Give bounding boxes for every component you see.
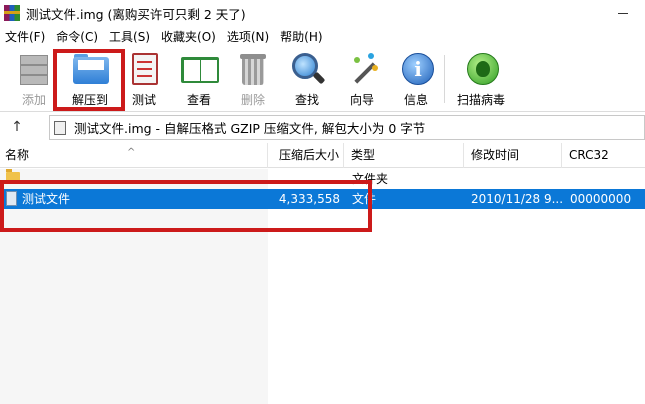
trash-icon (233, 51, 273, 87)
row-modified (471, 169, 563, 189)
sort-ascending-icon: ^ (127, 147, 136, 158)
up-folder-button[interactable]: ↑ (8, 118, 26, 136)
extract-to-label: 解压到 (71, 93, 108, 107)
table-row-selected[interactable]: 测试文件 4,333,558 文件 2010/11/28 9... 000000… (0, 189, 645, 209)
toolbar-separator (444, 55, 445, 103)
minimize-button[interactable] (601, 0, 645, 26)
row-crc32: 00000000 (570, 192, 632, 206)
address-bar: ↑ 测试文件.img - 自解压格式 GZIP 压缩文件, 解包大小为 0 字节 (0, 112, 645, 142)
archive-path-text: 测试文件.img - 自解压格式 GZIP 压缩文件, 解包大小为 0 字节 (74, 121, 426, 136)
table-row[interactable]: .. 文件夹 (0, 169, 645, 189)
row-packed-size (274, 169, 340, 189)
find-label: 查找 (294, 93, 319, 107)
magnifier-icon (287, 51, 327, 87)
file-list: 名称 ^ 压缩后大小 类型 修改时间 CRC32 .. 文件夹 测试文件 4,3… (0, 143, 645, 404)
column-modified[interactable]: 修改时间 (466, 143, 562, 168)
archive-path-field[interactable]: 测试文件.img - 自解压格式 GZIP 压缩文件, 解包大小为 0 字节 (49, 115, 645, 140)
window-title: 测试文件.img (离购买许可只剩 2 天了) (26, 6, 246, 22)
folder-icon (6, 169, 20, 183)
view-label: 查看 (186, 93, 211, 107)
find-button[interactable]: 查找 (287, 51, 327, 109)
column-type-label: 类型 (351, 148, 376, 162)
row-packed-size: 4,333,558 (278, 192, 340, 206)
delete-label: 删除 (240, 93, 265, 107)
row-crc32 (570, 169, 642, 189)
row-name: 测试文件 (22, 192, 71, 206)
row-modified: 2010/11/28 9... (471, 192, 563, 206)
info-label: 信息 (403, 93, 428, 107)
menu-commands[interactable]: 命令(C) (51, 27, 104, 47)
column-packed-size[interactable]: 压缩后大小 (274, 143, 344, 168)
winrar-app-icon (4, 5, 20, 21)
title-bar: 测试文件.img (离购买许可只剩 2 天了) (0, 0, 645, 26)
toolbar: 添加 解压到 测试 查看 删除 查找 向导 i 信息 扫描病毒 (0, 47, 645, 112)
menu-tools[interactable]: 工具(S) (104, 27, 156, 47)
minimize-icon (618, 12, 628, 14)
row-name: .. (24, 172, 32, 186)
scan-virus-button[interactable]: 扫描病毒 (455, 51, 507, 109)
wizard-label: 向导 (349, 93, 374, 107)
clipboard-check-icon (124, 51, 164, 87)
magic-wand-icon (342, 51, 382, 87)
folder-extract-icon (70, 51, 110, 87)
column-name[interactable]: 名称 ^ (0, 143, 268, 168)
arrow-up-icon: ↑ (11, 119, 23, 135)
add-button[interactable]: 添加 (14, 51, 54, 109)
column-name-label: 名称 (5, 148, 30, 162)
book-icon (179, 51, 219, 87)
info-button[interactable]: i 信息 (396, 51, 436, 109)
menu-favorites[interactable]: 收藏夹(O) (156, 27, 222, 47)
menu-bar: 文件(F) 命令(C) 工具(S) 收藏夹(O) 选项(N) 帮助(H) (0, 27, 645, 47)
row-type: 文件夹 (352, 172, 389, 186)
scan-virus-label: 扫描病毒 (456, 93, 505, 107)
column-header: 名称 ^ 压缩后大小 类型 修改时间 CRC32 (0, 143, 645, 168)
column-crc32[interactable]: CRC32 (564, 143, 645, 168)
menu-help[interactable]: 帮助(H) (275, 27, 328, 47)
add-archive-icon (14, 51, 54, 87)
wizard-button[interactable]: 向导 (342, 51, 382, 109)
extract-to-button[interactable]: 解压到 (67, 51, 113, 109)
test-button[interactable]: 测试 (124, 51, 164, 109)
column-type[interactable]: 类型 (346, 143, 464, 168)
info-icon: i (396, 51, 436, 87)
test-label: 测试 (131, 93, 156, 107)
column-crc32-label: CRC32 (569, 148, 609, 162)
virus-scan-icon (461, 51, 501, 87)
archive-file-icon (54, 120, 66, 135)
column-modified-label: 修改时间 (471, 148, 520, 162)
delete-button[interactable]: 删除 (233, 51, 273, 109)
view-button[interactable]: 查看 (178, 51, 220, 109)
file-icon (6, 191, 17, 206)
column-packed-size-label: 压缩后大小 (279, 148, 340, 162)
menu-options[interactable]: 选项(N) (222, 27, 275, 47)
row-type: 文件 (352, 192, 377, 206)
menu-file[interactable]: 文件(F) (0, 27, 51, 47)
add-label: 添加 (21, 93, 46, 107)
